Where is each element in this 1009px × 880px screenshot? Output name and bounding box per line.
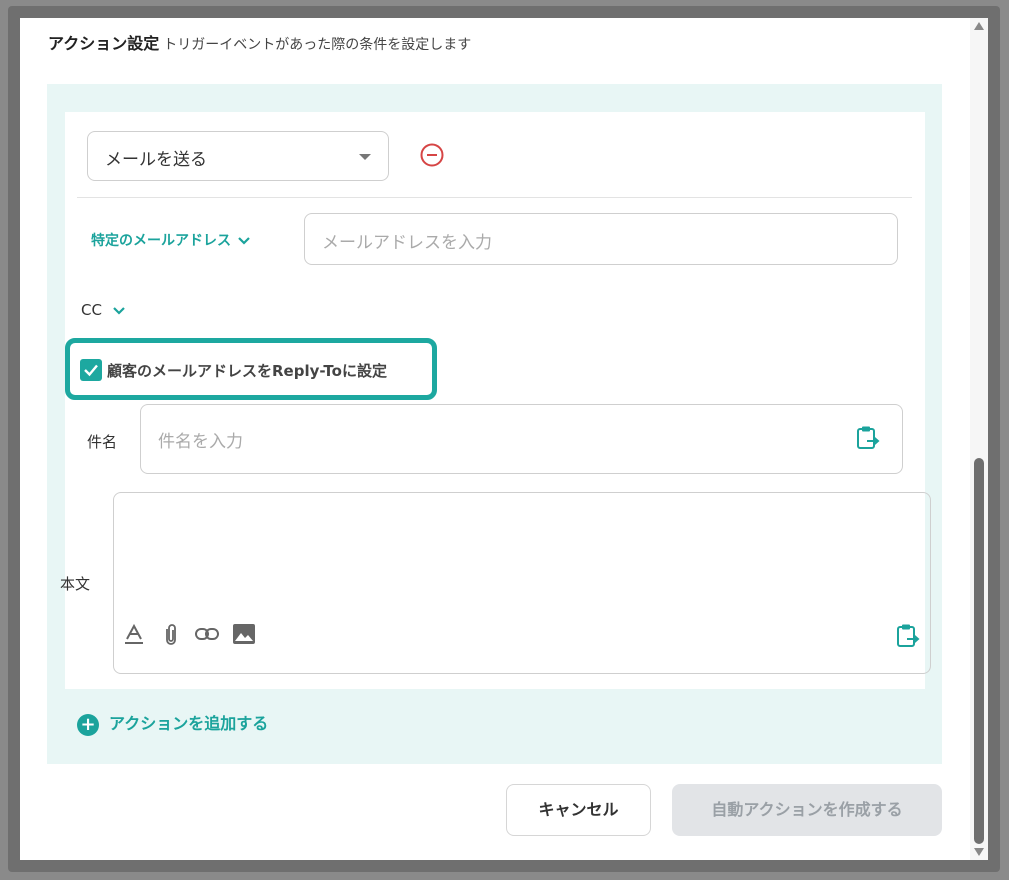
body-label: 本文 [60,575,91,593]
scroll-down-arrow-icon[interactable] [974,848,984,856]
attachment-icon[interactable] [160,623,182,647]
cc-toggle[interactable]: CC [81,301,126,319]
chevron-down-icon [238,237,250,245]
scrollbar-thumb[interactable] [974,458,984,844]
action-type-select[interactable]: メールを送る [87,131,389,181]
section-heading: アクション設定 トリガーイベントがあった際の条件を設定します [48,30,471,54]
subject-label: 件名 [87,433,118,451]
recipient-type-label: 特定のメールアドレス [91,233,231,249]
divider [77,197,912,198]
email-field[interactable]: メールアドレスを入力 [304,213,898,265]
reply-to-checkbox[interactable] [80,359,102,381]
action-card: メールを送る 特定のメールアドレス メールアドレスを入力 CC 顧客のメールアド… [60,112,931,689]
section-title: アクション設定 [48,34,160,53]
plus-circle-icon: + [77,713,99,736]
add-action-label: アクションを追加する [109,714,269,733]
email-placeholder: メールアドレスを入力 [322,233,492,253]
caret-down-icon [359,154,371,160]
recipient-type-dropdown[interactable]: 特定のメールアドレス [91,230,251,250]
reply-to-label: 顧客のメールアドレスをReply-Toに設定 [107,362,387,380]
scrollbar[interactable] [970,18,988,860]
cc-label: CC [81,301,102,319]
create-action-button[interactable]: 自動アクションを作成する [672,784,942,836]
body-editor[interactable] [113,492,931,674]
clipboard-insert-icon[interactable] [856,425,880,451]
section-subtitle: トリガーイベントがあった際の条件を設定します [163,37,472,53]
image-icon[interactable] [232,623,256,645]
add-action-button[interactable]: + アクションを追加する [77,710,268,736]
checkmark-icon [84,364,98,377]
action-panel: メールを送る 特定のメールアドレス メールアドレスを入力 CC 顧客のメールアド… [47,84,942,764]
subject-placeholder: 件名を入力 [158,432,243,452]
chevron-down-icon [113,306,125,315]
action-type-value: メールを送る [105,150,207,170]
text-format-icon[interactable] [123,623,145,645]
link-icon[interactable] [194,623,220,645]
action-settings-modal: アクション設定 トリガーイベントがあった際の条件を設定します メールを送る 特定の… [20,18,988,860]
cancel-button[interactable]: キャンセル [506,784,651,836]
clipboard-insert-icon[interactable] [896,623,920,649]
scroll-up-arrow-icon[interactable] [974,22,984,30]
subject-field[interactable]: 件名を入力 [140,404,903,474]
remove-circle-icon[interactable] [420,143,444,167]
